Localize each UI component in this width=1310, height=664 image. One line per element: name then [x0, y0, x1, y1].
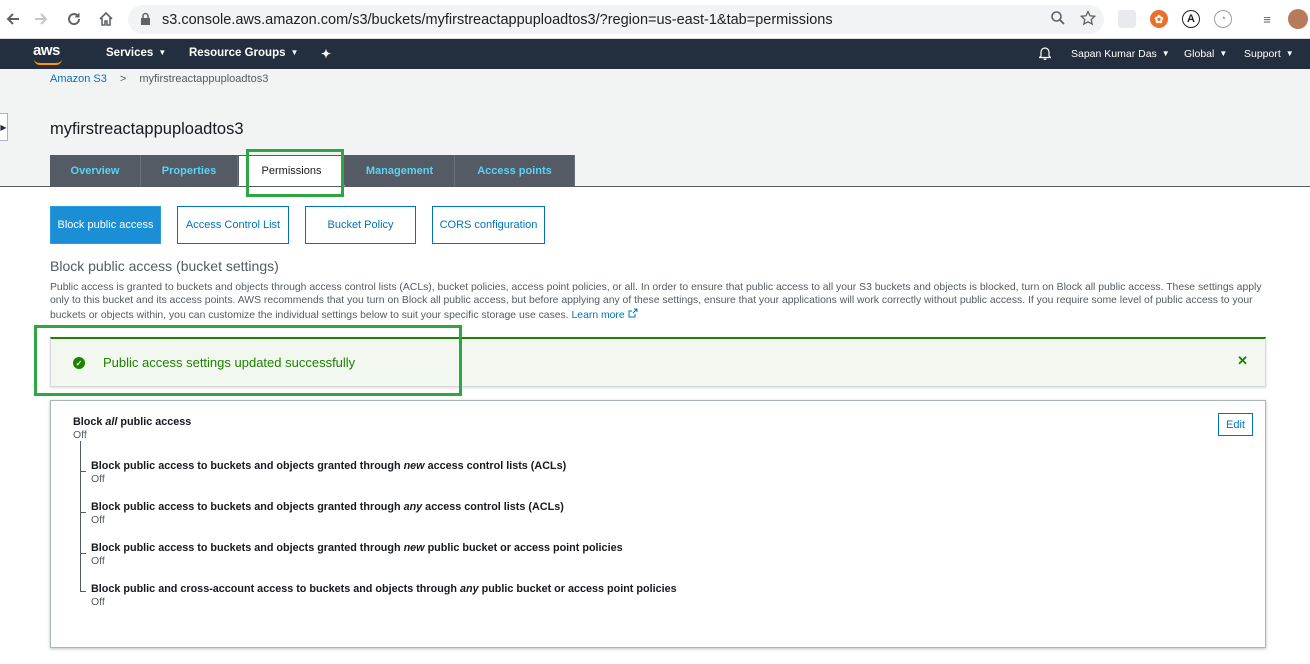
services-label: Services: [106, 47, 154, 59]
zoom-icon[interactable]: [1050, 10, 1066, 31]
chevron-down-icon: ▼: [290, 48, 299, 57]
learn-more-label: Learn more: [571, 309, 625, 321]
aws-smile-icon: [34, 59, 62, 65]
support-label: Support: [1244, 48, 1281, 60]
address-bar[interactable]: s3.console.aws.amazon.com/s3/buckets/myf…: [128, 5, 1104, 34]
setting-name-em: new: [403, 542, 425, 554]
tree-connector: [80, 441, 81, 591]
chevron-down-icon: ▼: [1219, 49, 1228, 58]
setting-value: Off: [91, 514, 105, 526]
reload-icon[interactable]: [63, 8, 85, 30]
external-link-icon: [628, 308, 638, 318]
tab-access-points[interactable]: Access points: [455, 155, 575, 186]
setting-name: Block public and cross-account access to…: [91, 583, 677, 595]
breadcrumb-root-link[interactable]: Amazon S3: [50, 73, 107, 85]
breadcrumb: Amazon S3 > myfirstreactappuploadtos3: [50, 73, 268, 85]
edit-button[interactable]: Edit: [1218, 413, 1253, 436]
learn-more-link[interactable]: Learn more: [571, 308, 638, 321]
browser-toolbar: s3.console.aws.amazon.com/s3/buckets/myf…: [0, 0, 1310, 39]
chevron-down-icon: ▼: [1161, 49, 1170, 58]
aws-logo-text: aws: [33, 42, 60, 59]
setting-name-em: any: [403, 501, 423, 513]
setting-name-pre: Block public access to buckets and objec…: [91, 542, 404, 554]
breadcrumb-separator-icon: >: [119, 73, 127, 85]
close-icon[interactable]: ✕: [1237, 353, 1248, 369]
setting-name-post: public bucket or access point policies: [424, 542, 623, 554]
subtab-access-control-list[interactable]: Access Control List: [177, 206, 289, 244]
support-menu[interactable]: Support ▼: [1244, 48, 1294, 60]
setting-any-acls: Block public access to buckets and objec…: [91, 501, 564, 526]
section-description: Public access is granted to buckets and …: [50, 281, 1265, 322]
setting-name: Block public access to buckets and objec…: [91, 460, 566, 472]
setting-name-em: new: [403, 460, 425, 472]
alert-highlight-box: [34, 325, 462, 396]
forward-arrow-icon[interactable]: [30, 8, 52, 30]
setting-name-post: public bucket or access point policies: [478, 583, 677, 595]
setting-name-pre: Block public access to buckets and objec…: [91, 501, 404, 513]
subtab-block-public-access[interactable]: Block public access: [50, 206, 161, 244]
setting-name-pre: Block public access to buckets and objec…: [91, 460, 404, 472]
tree-branch: [80, 591, 86, 592]
setting-new-acls: Block public access to buckets and objec…: [91, 460, 566, 485]
tree-branch: [80, 471, 86, 472]
setting-block-all: Block all public access Off: [73, 416, 191, 441]
description-text: Public access is granted to buckets and …: [50, 282, 1262, 321]
block-public-access-panel: Edit Block all public access Off Block p…: [50, 400, 1266, 648]
tab-properties[interactable]: Properties: [141, 155, 238, 186]
chevron-down-icon: ▼: [1285, 49, 1294, 58]
tree-branch: [80, 512, 86, 513]
extension-lifebuoy-icon[interactable]: ✿: [1150, 10, 1168, 28]
sidebar-toggle-icon[interactable]: ▶: [0, 113, 8, 141]
extension-grid-icon[interactable]: [1118, 10, 1136, 28]
setting-value: Off: [91, 555, 105, 567]
setting-name-pre: Block public and cross-account access to…: [91, 583, 460, 595]
setting-name: Block public access to buckets and objec…: [91, 501, 564, 513]
setting-value: Off: [91, 596, 105, 608]
page-content: ▶ Amazon S3 > myfirstreactappuploadtos3 my…: [0, 69, 1310, 664]
setting-value: Off: [91, 473, 105, 485]
extension-circle-icon[interactable]: ◔: [1214, 10, 1232, 28]
setting-name-post: access control lists (ACLs): [424, 460, 567, 472]
resource-groups-label: Resource Groups: [189, 47, 286, 59]
bookmark-star-icon[interactable]: [1079, 9, 1097, 31]
pin-icon[interactable]: ✦: [321, 47, 331, 61]
setting-name-post: access control lists (ACLs): [422, 501, 564, 513]
subtab-cors-configuration[interactable]: CORS configuration: [432, 206, 545, 244]
setting-new-policies: Block public access to buckets and objec…: [91, 542, 623, 567]
tree-branch: [80, 553, 86, 554]
extension-a-icon[interactable]: A: [1182, 10, 1200, 28]
back-arrow-icon[interactable]: [2, 8, 24, 30]
user-menu[interactable]: Sapan Kumar Das ▼: [1071, 48, 1170, 60]
bell-icon[interactable]: [1038, 46, 1052, 63]
setting-name-em: all: [105, 416, 118, 428]
home-icon[interactable]: [95, 8, 117, 30]
aws-logo[interactable]: aws: [33, 42, 62, 65]
page-title: myfirstreactappuploadtos3: [50, 120, 244, 138]
setting-name: Block all public access: [73, 416, 191, 428]
tab-overview[interactable]: Overview: [50, 155, 141, 186]
profile-avatar[interactable]: [1288, 9, 1308, 29]
setting-name: Block public access to buckets and objec…: [91, 542, 623, 554]
lock-icon: [140, 12, 151, 30]
setting-name-post: public access: [117, 416, 192, 428]
tab-management[interactable]: Management: [345, 155, 455, 186]
region-label: Global: [1184, 48, 1215, 60]
subtab-bucket-policy[interactable]: Bucket Policy: [305, 206, 416, 244]
resource-groups-menu[interactable]: Resource Groups ▼: [189, 47, 298, 59]
media-playlist-icon[interactable]: ≡: [1258, 10, 1276, 28]
breadcrumb-current: myfirstreactappuploadtos3: [139, 73, 269, 85]
permissions-highlight-box: [246, 149, 344, 197]
url-text: s3.console.aws.amazon.com/s3/buckets/myf…: [162, 11, 833, 28]
chevron-down-icon: ▼: [158, 48, 167, 57]
section-title: Block public access (bucket settings): [50, 258, 279, 274]
aws-navbar: aws Services ▼ Resource Groups ▼ ✦ Sapan K…: [0, 39, 1310, 69]
setting-value: Off: [73, 429, 87, 441]
user-name: Sapan Kumar Das: [1071, 48, 1157, 60]
services-menu[interactable]: Services ▼: [106, 47, 166, 59]
setting-name-em: any: [459, 583, 479, 595]
setting-name-pre: Block: [73, 416, 106, 428]
region-menu[interactable]: Global ▼: [1184, 48, 1227, 60]
permission-subtabs: Block public access Access Control List …: [50, 206, 561, 244]
setting-any-policies: Block public and cross-account access to…: [91, 583, 677, 608]
